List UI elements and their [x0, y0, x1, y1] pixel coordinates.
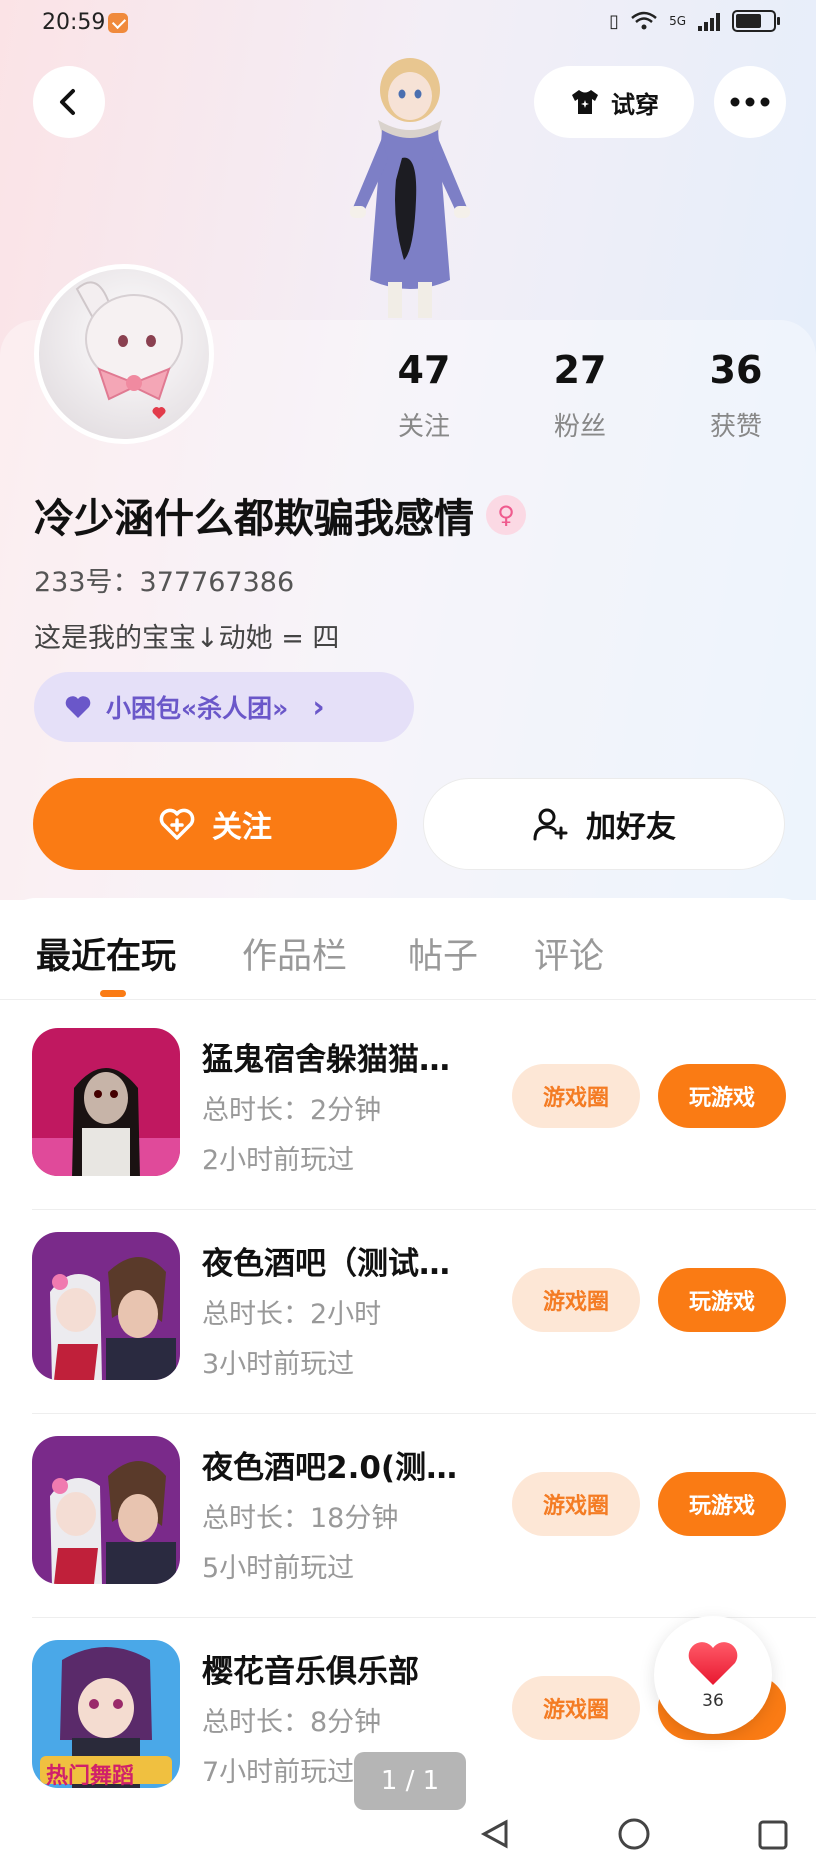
game-duration: 总时长：18分钟	[202, 1503, 399, 1534]
heart-icon	[688, 1642, 738, 1685]
try-on-label: 试穿	[611, 90, 659, 119]
game-last-played: 7小时前玩过	[202, 1757, 355, 1788]
heart-icon	[65, 696, 91, 718]
tab-comments[interactable]: 评论	[534, 928, 604, 979]
stat-following[interactable]: 47 关注	[354, 348, 494, 443]
status-time: 20:59	[42, 10, 106, 35]
game-row[interactable]: 猛鬼宿舍躲猫猫… 总时长：2分钟 2小时前玩过 游戏圈 玩游戏	[32, 1006, 816, 1210]
more-button[interactable]	[714, 66, 786, 138]
game-title: 猛鬼宿舍躲猫猫…	[202, 1042, 450, 1078]
play-game-button[interactable]: 玩游戏	[658, 1472, 786, 1536]
likes-label: 获赞	[709, 412, 762, 442]
tab-indicator	[100, 990, 126, 997]
follow-button[interactable]: 关注	[33, 778, 397, 870]
game-title: 樱花音乐俱乐部	[202, 1654, 419, 1690]
game-last-played: 2小时前玩过	[202, 1145, 355, 1176]
add-user-icon	[533, 808, 568, 841]
user-id[interactable]: 233号：377767386	[34, 560, 294, 599]
game-icon	[32, 1232, 180, 1380]
page-indicator: 1 / 1	[354, 1752, 466, 1810]
status-bar: 20:59 ▯ 5G	[0, 0, 816, 50]
wifi-icon	[631, 11, 657, 30]
add-friend-button[interactable]: 加好友	[423, 778, 785, 870]
avatar-image	[75, 281, 183, 419]
signal-icon	[698, 11, 720, 31]
tab-recent-playing[interactable]: 最近在玩	[36, 928, 176, 979]
game-last-played: 3小时前玩过	[202, 1349, 355, 1380]
battery-icon	[732, 10, 780, 32]
more-dots-icon	[730, 97, 770, 107]
nav-home-icon	[618, 1818, 650, 1850]
stat-followers[interactable]: 27 粉丝	[510, 348, 650, 443]
system-nav-bar	[480, 1818, 788, 1850]
tab-works[interactable]: 作品栏	[242, 928, 347, 979]
game-circle-button[interactable]: 游戏圈	[512, 1268, 640, 1332]
game-title: 夜色酒吧2.0(测…	[202, 1450, 458, 1486]
game-icon-text: 热门舞蹈	[46, 1764, 135, 1788]
vibrate-icon: ▯	[609, 10, 620, 32]
play-game-button[interactable]: 玩游戏	[658, 1268, 786, 1332]
status-icons: ▯ 5G	[609, 10, 780, 32]
followers-count: 27	[553, 348, 607, 392]
network-type: 5G	[669, 14, 686, 28]
username-text: 冷少涵什么都欺骗我感情	[34, 496, 474, 542]
tab-bar: 最近在玩 作品栏 帖子 评论	[0, 898, 816, 1000]
following-label: 关注	[397, 412, 450, 442]
back-button[interactable]	[33, 66, 105, 138]
back-chevron-icon	[60, 89, 75, 115]
group-label: 小困包«杀人团»	[106, 694, 289, 723]
tshirt-icon	[572, 90, 598, 114]
nav-back-icon	[480, 1819, 508, 1849]
game-icon: 热门舞蹈	[32, 1640, 180, 1788]
like-floating-button[interactable]: 36	[654, 1616, 772, 1734]
heart-plus-icon	[159, 808, 195, 840]
avatar-character-figure[interactable]	[330, 50, 490, 320]
game-circle-button[interactable]: 游戏圈	[512, 1676, 640, 1740]
game-last-played: 5小时前玩过	[202, 1553, 355, 1584]
game-duration: 总时长：2小时	[202, 1299, 382, 1330]
add-friend-label: 加好友	[586, 810, 676, 845]
game-duration: 总时长：8分钟	[202, 1707, 382, 1738]
follow-label: 关注	[212, 810, 272, 845]
notification-app-icon	[108, 13, 128, 33]
username: 冷少涵什么都欺骗我感情 ♀	[34, 486, 526, 544]
chevron-right-icon: ›	[312, 689, 325, 725]
game-row[interactable]: 夜色酒吧（测试… 总时长：2小时 3小时前玩过 游戏圈 玩游戏	[32, 1210, 816, 1414]
play-game-button[interactable]: 玩游戏	[658, 1064, 786, 1128]
game-icon	[32, 1436, 180, 1584]
stat-likes[interactable]: 36 获赞	[666, 348, 806, 443]
game-duration: 总时长：2分钟	[202, 1095, 382, 1126]
try-on-button[interactable]: 试穿	[534, 66, 694, 138]
game-row[interactable]: 夜色酒吧2.0(测… 总时长：18分钟 5小时前玩过 游戏圈 玩游戏	[32, 1414, 816, 1618]
following-count: 47	[397, 348, 451, 392]
game-circle-button[interactable]: 游戏圈	[512, 1472, 640, 1536]
tab-posts[interactable]: 帖子	[408, 928, 478, 979]
likes-count: 36	[709, 348, 763, 392]
like-count: 36	[702, 1691, 724, 1711]
followers-label: 粉丝	[553, 412, 606, 442]
user-bio: 这是我的宝宝↓动她 = 四	[34, 623, 340, 654]
game-circle-button[interactable]: 游戏圈	[512, 1064, 640, 1128]
game-title: 夜色酒吧（测试…	[202, 1246, 450, 1282]
user-avatar[interactable]	[34, 264, 214, 444]
female-icon: ♀	[486, 495, 526, 535]
nav-recents-icon	[758, 1820, 788, 1850]
group-pill[interactable]: 小困包«杀人团» ›	[34, 672, 414, 742]
game-icon	[32, 1028, 180, 1176]
